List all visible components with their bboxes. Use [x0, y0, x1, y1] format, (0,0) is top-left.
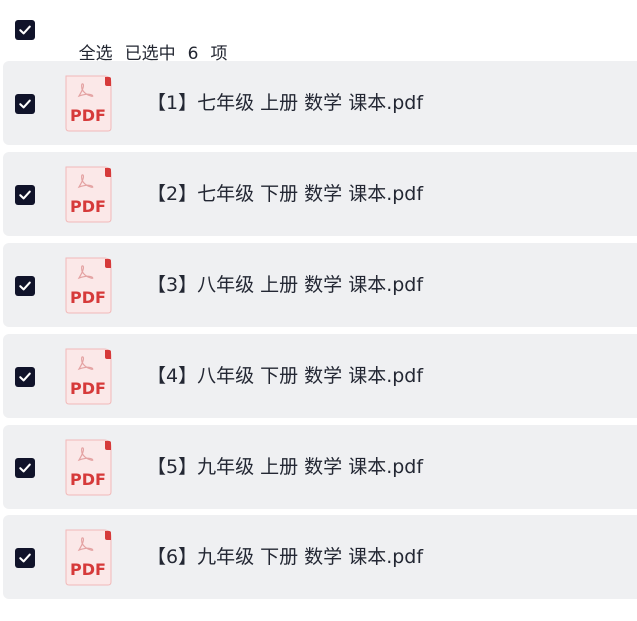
checkmark-icon [19, 99, 31, 109]
file-row[interactable]: PDF 【3】八年级 上册 数学 课本.pdf [3, 243, 637, 327]
file-checkbox[interactable] [15, 548, 35, 568]
file-row[interactable]: PDF 【4】八年级 下册 数学 课本.pdf [3, 334, 637, 418]
file-row[interactable]: PDF 【2】七年级 下册 数学 课本.pdf [3, 152, 637, 236]
checkmark-icon [19, 463, 31, 473]
svg-text:PDF: PDF [70, 197, 106, 216]
file-row[interactable]: PDF 【1】七年级 上册 数学 课本.pdf [3, 61, 637, 145]
file-name: 【3】八年级 上册 数学 课本.pdf [147, 274, 424, 296]
pdf-file-icon: PDF [63, 165, 113, 223]
file-checkbox[interactable] [15, 94, 35, 114]
file-row[interactable]: PDF 【5】九年级 上册 数学 课本.pdf [3, 425, 637, 509]
svg-text:PDF: PDF [70, 470, 106, 489]
pdf-file-icon: PDF [63, 347, 113, 405]
file-checkbox[interactable] [15, 458, 35, 478]
file-list: PDF 【1】七年级 上册 数学 课本.pdf PDF 【2】七年级 下册 数学… [0, 0, 637, 621]
checkmark-icon [19, 190, 31, 200]
svg-text:PDF: PDF [70, 288, 106, 307]
pdf-file-icon: PDF [63, 74, 113, 132]
pdf-file-icon: PDF [63, 438, 113, 496]
svg-text:PDF: PDF [70, 560, 106, 579]
checkmark-icon [19, 372, 31, 382]
svg-text:PDF: PDF [70, 379, 106, 398]
file-row[interactable]: PDF 【6】九年级 下册 数学 课本.pdf [3, 515, 637, 599]
file-checkbox[interactable] [15, 276, 35, 296]
file-checkbox[interactable] [15, 185, 35, 205]
file-name: 【6】九年级 下册 数学 课本.pdf [147, 546, 424, 568]
pdf-file-icon: PDF [63, 528, 113, 586]
pdf-file-icon: PDF [63, 256, 113, 314]
file-name: 【4】八年级 下册 数学 课本.pdf [147, 365, 424, 387]
file-name: 【2】七年级 下册 数学 课本.pdf [147, 183, 424, 205]
svg-text:PDF: PDF [70, 106, 106, 125]
checkmark-icon [19, 281, 31, 291]
file-name: 【1】七年级 上册 数学 课本.pdf [147, 92, 424, 114]
file-checkbox[interactable] [15, 367, 35, 387]
checkmark-icon [19, 553, 31, 563]
file-name: 【5】九年级 上册 数学 课本.pdf [147, 456, 424, 478]
